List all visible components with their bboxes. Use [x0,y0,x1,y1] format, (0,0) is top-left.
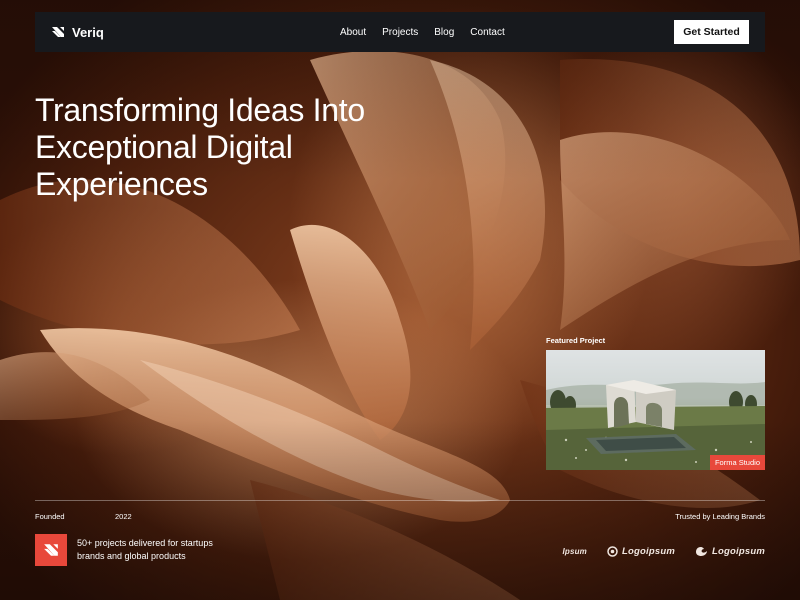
hero-title-line: Transforming Ideas Into [35,92,365,128]
partner-logo-text: Logoipsum [712,545,765,557]
brand-name: Veriq [72,24,104,40]
nav-link-contact[interactable]: Contact [470,27,504,38]
background-vignette [0,0,800,600]
featured-project-image [546,380,765,470]
founded-year: 2022 [115,512,132,521]
veriq-logo-icon [52,27,64,37]
partner-logos: Ipsum Logoipsum Logoipsum [562,543,765,559]
featured-project-label: Featured Project [546,336,606,345]
veriq-logo-icon [44,544,58,556]
nav-links: About Projects Blog Contact [340,12,505,52]
featured-project-tag: Forma Studio [709,455,765,470]
founded-label: Founded [35,512,65,521]
top-navbar: Veriq About Projects Blog Contact Get St… [35,12,765,52]
partner-logo-text: Ipsum [562,546,587,556]
partner-logo-text: Logoipsum [622,545,675,557]
nav-link-blog[interactable]: Blog [434,27,454,38]
partner-logo: Ipsum [562,547,587,556]
trusted-by-label: Trusted by Leading Brands [675,512,765,521]
brand-logo[interactable]: Veriq [51,25,104,40]
featured-project-card[interactable]: Forma Studio [546,350,765,470]
projects-stat-text: 50+ projects delivered for startups bran… [77,537,257,563]
hero-title: Transforming Ideas Into Exceptional Digi… [35,92,455,203]
hero-title-line: Experiences [35,166,208,202]
stat-text-line: brands and global products [77,551,186,561]
stat-badge [35,534,67,566]
logoipsum-mark-icon [607,545,618,557]
logoipsum-swirl-icon [696,546,707,556]
nav-link-projects[interactable]: Projects [382,27,418,38]
stat-text-line: 50+ projects delivered for startups [77,538,213,548]
get-started-button[interactable]: Get Started [674,20,749,44]
section-divider [35,500,765,501]
hero-title-line: Exceptional Digital [35,129,293,165]
partner-logo: Logoipsum [695,546,765,557]
partner-logo: Logoipsum [607,546,675,557]
nav-link-about[interactable]: About [340,27,366,38]
